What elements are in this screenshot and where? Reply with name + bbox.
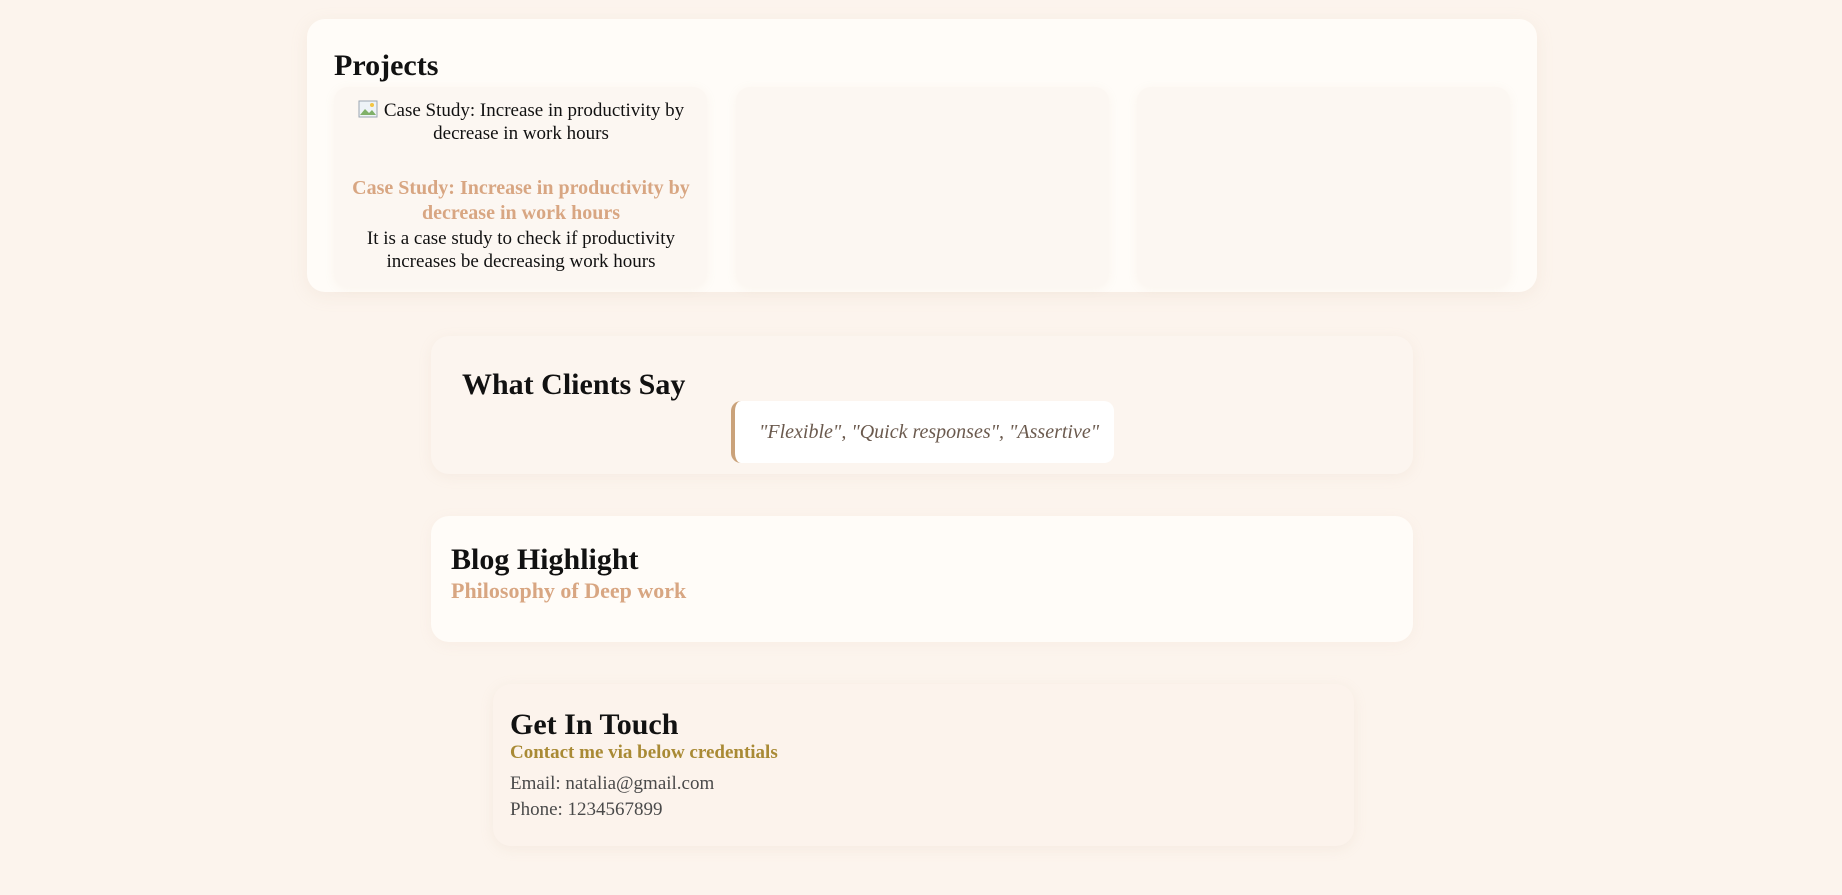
testimonials-heading: What Clients Say [462, 368, 686, 401]
projects-section: Projects Case Study: Increase in product… [307, 19, 1537, 292]
contact-phone: Phone: 1234567899 [510, 799, 663, 820]
project-card-empty [1137, 87, 1510, 287]
project-image: Case Study: Increase in productivity by … [346, 99, 696, 145]
testimonial-text: "Flexible", "Quick responses", "Assertiv… [759, 420, 1100, 443]
broken-image-icon [358, 100, 378, 118]
contact-heading: Get In Touch [510, 708, 679, 741]
blog-heading: Blog Highlight [451, 543, 639, 576]
contact-subtitle: Contact me via below credentials [510, 742, 778, 763]
project-image-alt: Case Study: Increase in productivity by … [383, 100, 685, 144]
testimonial-quote: "Flexible", "Quick responses", "Assertiv… [731, 401, 1114, 463]
project-card-empty [736, 87, 1109, 287]
projects-heading: Projects [334, 49, 439, 82]
testimonials-section: What Clients Say "Flexible", "Quick resp… [431, 336, 1413, 474]
blog-section: Blog Highlight Philosophy of Deep work [431, 516, 1413, 642]
contact-email: Email: natalia@gmail.com [510, 773, 715, 794]
blog-post-title[interactable]: Philosophy of Deep work [451, 578, 686, 604]
project-card[interactable]: Case Study: Increase in productivity by … [334, 87, 707, 287]
project-title[interactable]: Case Study: Increase in productivity by … [346, 176, 696, 226]
contact-section: Get In Touch Contact me via below creden… [493, 684, 1354, 846]
project-description: It is a case study to check if productiv… [366, 228, 676, 272]
